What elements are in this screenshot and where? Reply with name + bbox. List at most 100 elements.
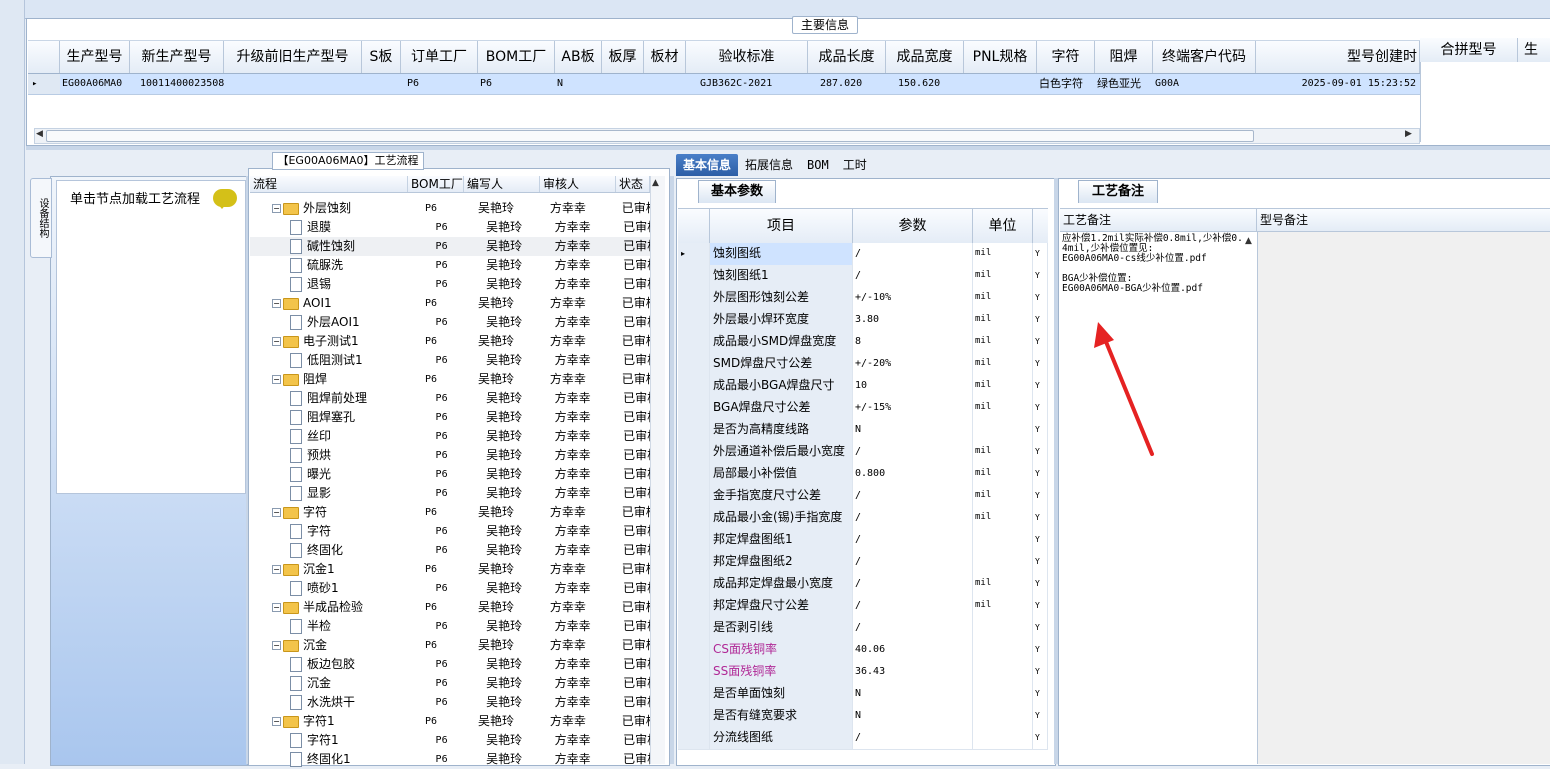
collapse-icon[interactable]: − — [272, 565, 281, 574]
col-header[interactable]: 流程 — [250, 176, 408, 192]
basic-params-caption[interactable]: 基本参数 — [698, 180, 776, 203]
process-tree-row[interactable]: 终固化 P6 吴艳玲 方幸幸 已审核 — [250, 541, 650, 560]
cell[interactable]: 287.020 — [808, 74, 886, 94]
col-header[interactable]: 型号创建时 — [1256, 41, 1420, 73]
process-node[interactable]: − 沉金1 — [250, 560, 421, 579]
param-row[interactable]: 邦定焊盘图纸2/ Y — [678, 551, 1048, 574]
process-node[interactable]: − 半成品检验 — [250, 598, 421, 617]
collapse-icon[interactable]: − — [272, 299, 281, 308]
collapse-icon[interactable]: − — [272, 375, 281, 384]
cell[interactable]: GJB362C-2021 — [686, 74, 808, 94]
param-value-cell[interactable]: / — [853, 595, 973, 617]
horizontal-scroll-thumb[interactable] — [46, 130, 1254, 142]
process-tree-row[interactable]: 硫脲洗 P6 吴艳玲 方幸幸 已审核 — [250, 256, 650, 275]
process-tree-row[interactable]: 阻焊前处理 P6 吴艳玲 方幸幸 已审核 — [250, 389, 650, 408]
process-node[interactable]: − AOI1 — [250, 294, 421, 313]
param-value-cell[interactable]: N — [853, 705, 973, 727]
param-row[interactable]: 成品最小SMD焊盘宽度 8 mil Y — [678, 331, 1048, 354]
col-header[interactable]: 板厚 — [602, 41, 644, 73]
process-node[interactable]: 终固化 — [250, 541, 432, 560]
process-node[interactable]: − 沉金 — [250, 636, 421, 655]
scroll-up-icon[interactable]: ▲ — [652, 178, 659, 188]
col-header[interactable]: 型号备注 — [1257, 209, 1550, 231]
cell[interactable]: 绿色亚光 — [1095, 74, 1153, 94]
process-tree-row[interactable]: 沉金 P6 吴艳玲 方幸幸 已审核 — [250, 674, 650, 693]
param-row[interactable]: SS面残铜率 36.43 Y — [678, 661, 1048, 684]
param-row[interactable]: 外层通道补偿后最小宽度 / mil Y — [678, 441, 1048, 464]
process-node[interactable]: 曝光 — [250, 465, 432, 484]
vertical-tab-device[interactable]: 设备结构 — [30, 178, 52, 258]
process-tree-row[interactable]: 预烘 P6 吴艳玲 方幸幸 已审核 — [250, 446, 650, 465]
param-row[interactable]: 是否剥引线 / Y — [678, 617, 1048, 640]
process-tree-row[interactable]: − 外层蚀刻 P6 吴艳玲 方幸幸 已审核 — [250, 199, 650, 218]
col-header[interactable]: 工艺备注 — [1060, 209, 1257, 231]
col-header[interactable]: BOM工厂 — [408, 176, 464, 192]
param-value-cell[interactable]: / — [853, 529, 973, 551]
param-value-cell[interactable]: / — [853, 265, 973, 287]
param-row[interactable]: 邦定焊盘尺寸公差 / mil Y — [678, 595, 1048, 618]
process-node[interactable]: 阻焊塞孔 — [250, 408, 432, 427]
process-node[interactable]: 丝印 — [250, 427, 432, 446]
collapse-icon[interactable]: − — [272, 508, 281, 517]
tab-work-hours[interactable]: 工时 — [836, 154, 874, 176]
collapse-icon[interactable]: − — [272, 717, 281, 726]
param-value-cell[interactable]: +/-10% — [853, 287, 973, 309]
param-value-cell[interactable]: / — [853, 441, 973, 463]
process-tree-row[interactable]: − 沉金 P6 吴艳玲 方幸幸 已审核 — [250, 636, 650, 655]
process-node[interactable]: 低阻测试1 — [250, 351, 432, 370]
col-header[interactable]: 成品长度 — [808, 41, 886, 73]
process-node[interactable]: 喷砂1 — [250, 579, 432, 598]
param-value-cell[interactable]: +/-20% — [853, 353, 973, 375]
process-node[interactable]: − 电子测试1 — [250, 332, 421, 351]
cell[interactable] — [224, 74, 362, 94]
col-header[interactable]: 升级前旧生产型号 — [224, 41, 362, 73]
param-row[interactable]: 是否有缝宽要求 N Y — [678, 705, 1048, 728]
collapse-icon[interactable]: − — [272, 641, 281, 650]
col-header[interactable]: 生产型号 — [60, 41, 130, 73]
process-node[interactable]: 退膜 — [250, 218, 432, 237]
horizontal-splitter[interactable] — [26, 146, 1550, 150]
param-value-cell[interactable]: 3.80 — [853, 309, 973, 331]
col-header[interactable]: 新生产型号 — [130, 41, 224, 73]
param-row[interactable]: SMD焊盘尺寸公差 +/-20% mil Y — [678, 353, 1048, 376]
cell[interactable]: G00A — [1153, 74, 1256, 94]
cell[interactable] — [362, 74, 401, 94]
remark-scroll-up-icon[interactable]: ▲ — [1245, 236, 1252, 246]
cell[interactable]: P6 — [401, 74, 478, 94]
param-value-cell[interactable]: 8 — [853, 331, 973, 353]
cell[interactable]: 白色字符 — [1037, 74, 1095, 94]
scroll-right-icon[interactable]: ▶ — [1405, 129, 1412, 139]
remark-caption[interactable]: 工艺备注 — [1078, 180, 1158, 203]
cell[interactable] — [602, 74, 644, 94]
param-value-cell[interactable]: / — [853, 727, 973, 749]
process-node[interactable]: 沉金 — [250, 674, 432, 693]
process-tree-row[interactable]: − AOI1 P6 吴艳玲 方幸幸 已审核 — [250, 294, 650, 313]
process-tree-row[interactable]: 丝印 P6 吴艳玲 方幸幸 已审核 — [250, 427, 650, 446]
process-tree-row[interactable]: 半检 P6 吴艳玲 方幸幸 已审核 — [250, 617, 650, 636]
col-header[interactable]: 参数 — [853, 209, 973, 243]
cell[interactable]: P6 — [478, 74, 555, 94]
param-value-cell[interactable]: / — [853, 243, 973, 265]
col-header[interactable]: 单位 — [973, 209, 1033, 243]
process-node[interactable]: − 字符1 — [250, 712, 421, 731]
scroll-left-icon[interactable]: ◀ — [36, 129, 43, 139]
param-row[interactable]: 局部最小补偿值 0.800 mil Y — [678, 463, 1048, 486]
param-row[interactable]: 是否为高精度线路 N Y — [678, 419, 1048, 442]
collapse-icon[interactable]: − — [272, 337, 281, 346]
param-value-cell[interactable]: / — [853, 551, 973, 573]
process-tree-row[interactable]: 字符 P6 吴艳玲 方幸幸 已审核 — [250, 522, 650, 541]
cell[interactable]: N — [555, 74, 602, 94]
collapse-icon[interactable]: − — [272, 603, 281, 612]
param-value-cell[interactable]: / — [853, 573, 973, 595]
param-row[interactable]: CS面残铜率 40.06 Y — [678, 639, 1048, 662]
process-node[interactable]: 板边包胶 — [250, 655, 432, 674]
param-row[interactable]: 成品最小金(锡)手指宽度 / mil Y — [678, 507, 1048, 530]
param-row[interactable]: 分流线图纸 / Y — [678, 727, 1048, 750]
cell[interactable]: 10011400023508 — [130, 74, 224, 94]
col-header[interactable]: 状态 — [616, 176, 650, 192]
model-remark-field[interactable] — [1257, 232, 1550, 764]
col-header[interactable]: 板材 — [644, 41, 686, 73]
param-value-cell[interactable]: / — [853, 485, 973, 507]
process-tree-row[interactable]: 终固化1P6 吴艳玲 方幸幸 已审核 — [250, 750, 650, 769]
col-header[interactable]: 审核人 — [540, 176, 616, 192]
